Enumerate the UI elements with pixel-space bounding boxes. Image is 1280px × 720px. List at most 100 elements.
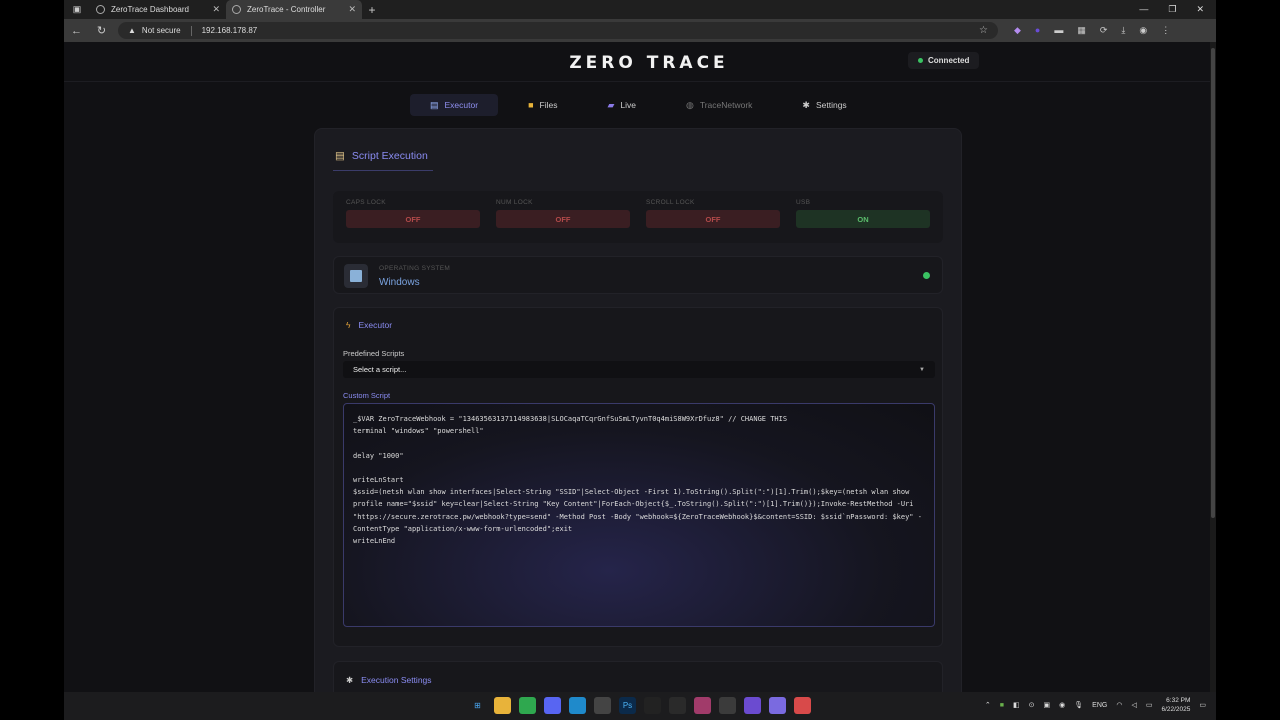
window-controls: — ❐ ✕: [1139, 4, 1216, 15]
custom-script-label: Custom Script: [343, 391, 391, 400]
nav-tab-tracenetwork[interactable]: ◍ TraceNetwork: [666, 94, 772, 116]
battery-icon[interactable]: ▭: [1146, 701, 1153, 709]
scroll-lock-status: SCROLL LOCK OFF: [646, 199, 780, 228]
app-logo: ZERO TRACE: [569, 53, 729, 73]
connection-status-badge: Connected: [908, 52, 980, 69]
nav-tab-files[interactable]: ■ Files: [508, 94, 577, 116]
volume-icon[interactable]: ◁: [1131, 701, 1136, 709]
ide-icon[interactable]: [694, 697, 711, 714]
ide-icon[interactable]: [669, 697, 686, 714]
tab-label: ZeroTrace Dashboard: [111, 5, 189, 14]
maximize-icon[interactable]: ❐: [1168, 4, 1176, 15]
scrollbar-thumb[interactable]: [1211, 48, 1215, 518]
new-tab-button[interactable]: +: [362, 3, 382, 17]
minimize-icon[interactable]: —: [1139, 4, 1148, 15]
executor-title-text: Executor: [358, 320, 393, 330]
screen: ▣ ZeroTrace Dashboard ✕ ZeroTrace - Cont…: [0, 0, 1280, 720]
menu-icon[interactable]: ⋮: [1161, 25, 1170, 36]
security-label[interactable]: Not secure: [142, 26, 181, 35]
lock-state-badge: ON: [796, 210, 930, 228]
lock-label: SCROLL LOCK: [646, 199, 695, 206]
gear-icon: ✱: [346, 675, 354, 685]
tab-close-icon[interactable]: ✕: [348, 4, 356, 15]
file-explorer-icon[interactable]: [494, 697, 511, 714]
app-icon[interactable]: [794, 697, 811, 714]
notification-icon[interactable]: ▭: [1199, 701, 1206, 709]
browser-tab-dashboard[interactable]: ZeroTrace Dashboard ✕: [90, 0, 226, 19]
execution-settings-card: ✱ Execution Settings: [333, 661, 943, 692]
os-value: Windows: [379, 277, 420, 288]
terminal-icon[interactable]: [644, 697, 661, 714]
tray-app-icon[interactable]: ⊙: [1029, 701, 1035, 709]
tray-app-icon[interactable]: ■: [1000, 702, 1004, 709]
start-icon[interactable]: ⊞: [469, 697, 486, 714]
mic-icon[interactable]: 🎙: [1074, 701, 1083, 709]
app-header: ZERO TRACE Connected: [64, 42, 1210, 82]
tab-close-icon[interactable]: ✕: [212, 4, 220, 15]
wifi-icon[interactable]: ◠: [1116, 701, 1122, 709]
select-value: Select a script...: [353, 365, 407, 374]
clock[interactable]: 6:32 PM 6/22/2025: [1161, 696, 1190, 714]
predefined-script-select[interactable]: Select a script... ▼: [343, 361, 935, 378]
web-page: ZERO TRACE Connected ▤ Executor ■ Files …: [64, 42, 1210, 692]
extension-icon[interactable]: ◆: [1014, 25, 1021, 36]
omnibox-divider: [190, 25, 192, 36]
tab-label: ZeroTrace - Controller: [247, 5, 326, 14]
tab-favicon-icon: [232, 5, 241, 14]
ide-icon[interactable]: [719, 697, 736, 714]
extension-icon[interactable]: ▦: [1077, 25, 1086, 36]
tray-app-icon[interactable]: ◧: [1013, 701, 1020, 709]
nav-tab-executor[interactable]: ▤ Executor: [410, 94, 499, 116]
app-icon[interactable]: [769, 697, 786, 714]
github-icon[interactable]: [594, 697, 611, 714]
ide-icon[interactable]: [744, 697, 761, 714]
app-icon[interactable]: [519, 697, 536, 714]
discord-icon[interactable]: [544, 697, 561, 714]
windows-icon: [344, 264, 368, 288]
sync-icon[interactable]: ⟳: [1100, 25, 1108, 36]
nav-tab-live[interactable]: ▰ Live: [587, 94, 656, 116]
operating-system-card: OPERATING SYSTEM Windows: [333, 256, 943, 294]
chevron-down-icon: ▼: [919, 366, 925, 373]
connection-status-label: Connected: [928, 56, 970, 65]
tab-actions-icon[interactable]: ▣: [64, 4, 90, 15]
warning-icon: ▲: [128, 26, 136, 35]
extension-icon[interactable]: ●: [1035, 25, 1040, 36]
omnibox[interactable]: ▲ Not secure 192.168.178.87 ☆: [118, 22, 998, 39]
globe-icon: ◍: [685, 99, 694, 110]
lock-state-badge: OFF: [496, 210, 630, 228]
executor-title: ϟ Executor: [346, 320, 392, 330]
browser-tab-controller[interactable]: ZeroTrace - Controller ✕: [226, 0, 362, 19]
reload-icon[interactable]: ↻: [89, 24, 114, 37]
system-tray: ⌃ ■ ◧ ⊙ ▣ ◉ 🎙 ENG ◠ ◁ ▭ 6:32 PM 6/22/202…: [985, 696, 1206, 714]
panel-title: ▤ Script Execution: [335, 150, 428, 162]
tray-app-icon[interactable]: ▣: [1044, 701, 1051, 709]
back-icon[interactable]: ←: [64, 25, 89, 37]
language-indicator[interactable]: ENG: [1092, 702, 1107, 709]
nav-tab-label: Executor: [444, 100, 479, 110]
extension-icon[interactable]: ▬: [1054, 25, 1063, 36]
photoshop-icon[interactable]: Ps: [619, 697, 636, 714]
page-scrollbar[interactable]: [1210, 42, 1216, 692]
caps-lock-status: CAPS LOCK OFF: [346, 199, 480, 228]
url-text[interactable]: 192.168.178.87: [202, 26, 258, 35]
predefined-scripts-label: Predefined Scripts: [343, 349, 405, 358]
chevron-up-icon[interactable]: ⌃: [985, 701, 991, 709]
bookmark-star-icon[interactable]: ☆: [979, 25, 988, 36]
lock-status-row: CAPS LOCK OFF NUM LOCK OFF SCROLL LOCK O…: [333, 191, 943, 243]
nav-tab-settings[interactable]: ✱ Settings: [782, 94, 866, 116]
edge-icon[interactable]: [569, 697, 586, 714]
usb-status: USB ON: [796, 199, 930, 228]
nav-tab-label: Settings: [815, 100, 847, 110]
close-window-icon[interactable]: ✕: [1196, 4, 1204, 15]
os-status-dot-icon: [923, 272, 930, 279]
tray-app-icon[interactable]: ◉: [1059, 701, 1065, 709]
browser-tab-bar: ▣ ZeroTrace Dashboard ✕ ZeroTrace - Cont…: [64, 0, 1216, 19]
folder-icon: ■: [528, 100, 534, 110]
download-icon[interactable]: ⤓: [1121, 25, 1125, 36]
gear-icon: ✱: [802, 99, 810, 110]
custom-script-textarea[interactable]: _$VAR ZeroTraceWebhook = "13463563137114…: [343, 403, 935, 627]
profile-avatar[interactable]: ◉: [1139, 25, 1147, 36]
panel-title-text: Script Execution: [351, 150, 428, 162]
nav-tab-label: Files: [539, 100, 558, 110]
